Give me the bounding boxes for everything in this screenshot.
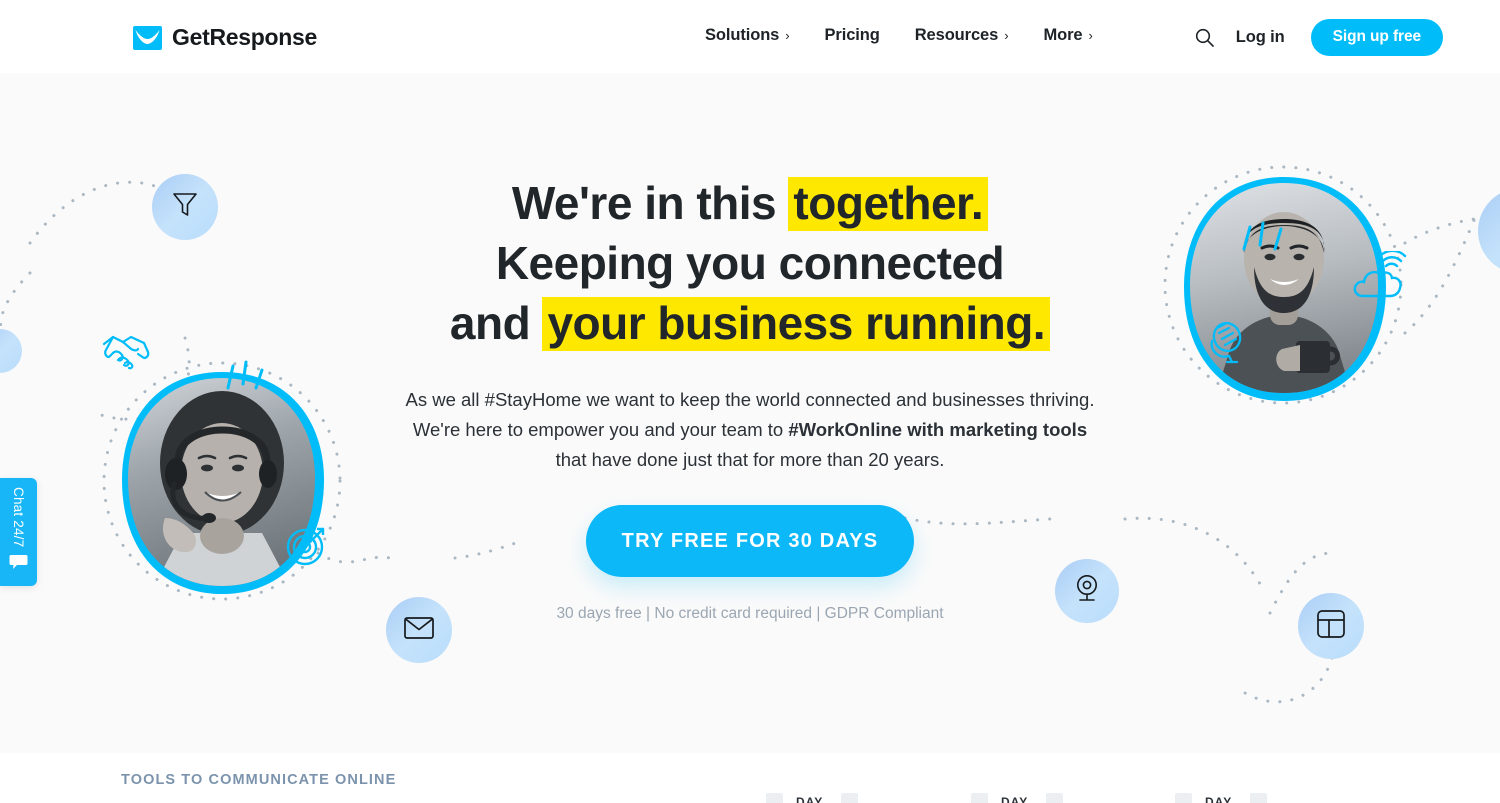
cta-disclaimer: 30 days free | No credit card required |… [556,605,944,622]
logo[interactable]: GetResponse [133,24,317,51]
nav-label: Solutions [705,26,780,44]
logo-text: GetResponse [172,24,317,50]
subtitle-bold: #WorkOnline with marketing tools [788,419,1088,440]
header-actions: Log in Sign up free [1186,18,1443,56]
site-header: GetResponse Solutions › Pricing Resource… [0,0,1500,73]
chevron-right-icon: › [1004,28,1009,43]
search-icon[interactable] [1186,18,1224,56]
chevron-right-icon: › [785,28,790,43]
chevron-right-icon: › [1088,28,1093,43]
headline-text: We're in this [511,177,789,229]
day-chip-decoration [1175,793,1192,803]
speech-bubble-icon [9,554,28,575]
nav-item-more[interactable]: More › [1043,26,1092,45]
day-label-1: DAY [796,795,824,803]
headline-line-3: and your business running. [0,293,1500,353]
subtitle-line-2: We're here to empower you and your team … [0,415,1500,445]
day-chip-decoration [766,793,783,803]
chat-widget-button[interactable]: Chat 24/7 [0,478,37,586]
day-chip-decoration [1046,793,1063,803]
page-title: We're in this together. Keeping you conn… [0,173,1500,353]
day-chip-decoration [1250,793,1267,803]
day-chip-decoration [971,793,988,803]
nav-label: More [1043,26,1083,44]
headline-line-2: Keeping you connected [495,237,1005,289]
day-label-3: DAY [1205,795,1233,803]
headline-highlight: together. [788,177,989,231]
cta-area: TRY FREE FOR 30 DAYS 30 days free | No c… [0,505,1500,623]
try-free-button[interactable]: TRY FREE FOR 30 DAYS [586,505,914,577]
nav-item-pricing[interactable]: Pricing [825,26,880,45]
nav-item-solutions[interactable]: Solutions › [705,26,790,45]
subtitle-line-3: that have done just that for more than 2… [555,449,945,470]
page-root: GetResponse Solutions › Pricing Resource… [0,0,1500,803]
login-link[interactable]: Log in [1236,28,1285,47]
day-label-2: DAY [1001,795,1029,803]
nav-label: Resources [914,26,999,44]
nav-label: Pricing [824,26,880,44]
headline-highlight: your business running. [542,297,1051,351]
envelope-logo-icon [133,25,162,50]
nav-item-resources[interactable]: Resources › [915,26,1009,45]
main-nav: Solutions › Pricing Resources › More › [705,26,1093,45]
chat-widget-label: Chat 24/7 [11,487,26,548]
hero-section: We're in this together. Keeping you conn… [0,73,1500,753]
headline-text: and [449,297,543,349]
tools-section: TOOLS TO COMMUNICATE ONLINE DAY DAY DAY [0,753,1500,803]
headline-line-1: We're in this together. [0,173,1500,233]
day-chip-decoration [841,793,858,803]
subtitle-line-1: As we all #StayHome we want to keep the … [405,389,1095,410]
hero-subtitle: As we all #StayHome we want to keep the … [0,385,1500,475]
tools-eyebrow-label: TOOLS TO COMMUNICATE ONLINE [121,772,397,788]
signup-button[interactable]: Sign up free [1310,18,1443,56]
subtitle-text: We're here to empower you and your team … [412,419,789,440]
